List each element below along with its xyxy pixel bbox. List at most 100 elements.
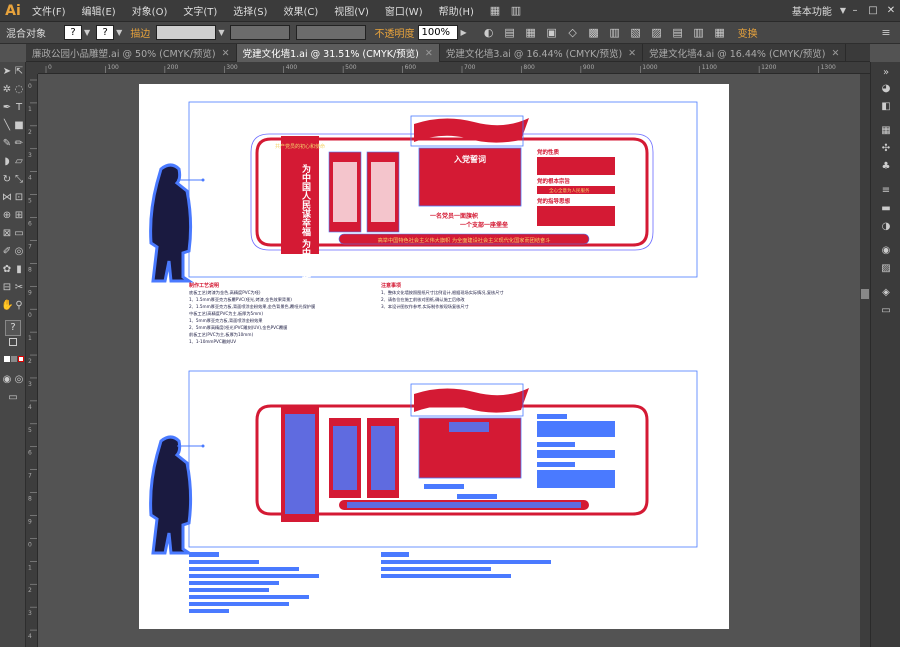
align-icon[interactable]: ▤ [502, 25, 518, 41]
slice-tool-icon[interactable]: ✂ [13, 282, 25, 294]
gradient-mode-icon[interactable] [11, 356, 17, 362]
graph-tool-icon[interactable]: ▮ [13, 264, 25, 276]
menu-window[interactable]: 窗口(W) [377, 3, 431, 18]
artboard-tool-icon[interactable]: ⊟ [1, 282, 13, 294]
arrange-documents-icon[interactable]: ▥ [508, 3, 524, 19]
maximize-button[interactable]: □ [864, 3, 882, 19]
color-guide-icon[interactable]: ◧ [879, 100, 893, 114]
menu-object[interactable]: 对象(O) [124, 3, 176, 18]
draw-normal-icon[interactable]: ◉ [1, 374, 13, 386]
selection-tool-icon[interactable]: ➤ [1, 66, 13, 78]
grid-icon[interactable]: ▩ [586, 25, 602, 41]
stroke-swatch[interactable]: ? [96, 25, 115, 40]
envelope-icon[interactable]: ◇ [565, 25, 581, 41]
close-button[interactable]: ✕ [882, 3, 900, 19]
none-mode-icon[interactable] [18, 356, 24, 362]
vertical-ruler[interactable]: 0 1 2 3 4 5 6 7 8 9 0 1 2 3 4 5 6 7 8 9 0 1 2 3 4 [26, 74, 38, 647]
opacity-label[interactable]: 不透明度 [374, 25, 414, 40]
workspace-switcher[interactable]: 基本功能 [792, 3, 832, 18]
stroke-weight-field[interactable] [156, 25, 217, 40]
stroke-label[interactable]: 描边 [130, 25, 150, 40]
align-middle-icon[interactable]: ▦ [712, 25, 728, 41]
eyedropper-icon[interactable]: ✐ [1, 246, 13, 258]
brushes-panel-icon[interactable]: ✣ [879, 142, 893, 156]
collapse-panel-icon[interactable]: » [879, 66, 893, 80]
paintbrush-icon[interactable]: ✎ [1, 138, 13, 150]
lasso-icon[interactable]: ◌ [13, 84, 25, 96]
tab-document-4[interactable]: 党建文化墙4.ai @ 16.44% (CMYK/预览) ✕ [643, 44, 847, 62]
appearance-panel-icon[interactable]: ◉ [879, 244, 893, 258]
ruler-origin[interactable] [26, 62, 38, 74]
zoom-tool-icon[interactable]: ⚲ [13, 300, 25, 312]
brush-field[interactable] [296, 25, 367, 40]
chevron-down-icon[interactable]: ▼ [218, 28, 224, 37]
stroke-color-swatch[interactable] [9, 338, 17, 346]
align-right-icon[interactable]: ▤ [670, 25, 686, 41]
vertical-scrollbar[interactable] [860, 74, 870, 647]
scrollbar-thumb[interactable] [861, 289, 869, 299]
hand-tool-icon[interactable]: ✋ [1, 300, 13, 312]
free-transform-icon[interactable]: ⊡ [13, 192, 25, 204]
tab-document-3[interactable]: 党建文化墙3.ai @ 16.44% (CMYK/预览) ✕ [440, 44, 644, 62]
magic-wand-icon[interactable]: ✲ [1, 84, 13, 96]
horizontal-ruler[interactable]: 0 100 200 300 400 500 600 700 800 900 1000 1100 1200… [38, 62, 870, 74]
rotate-tool-icon[interactable]: ↻ [1, 174, 13, 186]
blob-brush-icon[interactable]: ◗ [1, 156, 13, 168]
distribute-icon[interactable]: ▦ [523, 25, 539, 41]
type-tool-icon[interactable]: T [13, 102, 25, 114]
chevron-down-icon[interactable]: ▶ [460, 28, 466, 37]
color-panel-icon[interactable]: ◕ [879, 82, 893, 96]
bridge-icon[interactable]: ▦ [487, 3, 503, 19]
layers-panel-icon[interactable]: ◈ [879, 286, 893, 300]
close-icon[interactable]: ✕ [831, 48, 839, 59]
opacity-input[interactable]: 100% [418, 25, 459, 40]
width-tool-icon[interactable]: ⋈ [1, 192, 13, 204]
menu-file[interactable]: 文件(F) [24, 3, 74, 18]
canvas-area[interactable]: 共产党员的初心和使命 为中国人民谋幸福 为中华民族谋复兴 入党誓词 一名党员一面… [38, 74, 860, 647]
color-mode-icon[interactable] [4, 356, 10, 362]
close-icon[interactable]: ✕ [222, 48, 230, 59]
blend-tool-icon[interactable]: ◎ [13, 246, 25, 258]
gradient-tool-icon[interactable]: ▭ [13, 228, 25, 240]
fill-color-swatch[interactable]: ? [5, 320, 21, 336]
tab-document-2[interactable]: 党建文化墙1.ai @ 31.51% (CMYK/预览) ✕ [236, 44, 440, 62]
align-left-icon[interactable]: ▧ [628, 25, 644, 41]
panel-menu-icon[interactable]: ≡ [878, 25, 894, 41]
pencil-icon[interactable]: ✏ [13, 138, 25, 150]
scale-tool-icon[interactable]: ⤡ [13, 174, 25, 186]
pen-tool-icon[interactable]: ✒ [1, 102, 13, 114]
close-icon[interactable]: ✕ [628, 48, 636, 59]
menu-view[interactable]: 视图(V) [326, 3, 377, 18]
graphic-styles-icon[interactable]: ▨ [879, 262, 893, 276]
perspective-grid-icon[interactable]: ⊞ [13, 210, 25, 222]
isolate-icon[interactable]: ▣ [544, 25, 560, 41]
line-tool-icon[interactable]: ╲ [1, 120, 13, 132]
artboards-panel-icon[interactable]: ▭ [879, 304, 893, 318]
tab-document-1[interactable]: 廉政公园小品雕塑.ai @ 50% (CMYK/预览) ✕ [26, 44, 237, 62]
chevron-down-icon[interactable]: ▼ [84, 28, 90, 37]
gradient-panel-icon[interactable]: ▬ [879, 202, 893, 216]
symbols-panel-icon[interactable]: ♣ [879, 160, 893, 174]
layout-icon[interactable]: ▥ [607, 25, 623, 41]
rectangle-tool-icon[interactable]: ■ [13, 120, 25, 132]
align-center-icon[interactable]: ▨ [649, 25, 665, 41]
screen-mode-icon[interactable]: ▭ [7, 392, 19, 404]
menu-help[interactable]: 帮助(H) [431, 3, 482, 18]
fill-swatch[interactable]: ? [64, 25, 82, 40]
align-top-icon[interactable]: ▥ [691, 25, 707, 41]
artboard[interactable]: 共产党员的初心和使命 为中国人民谋幸福 为中华民族谋复兴 入党誓词 一名党员一面… [139, 84, 729, 629]
minimize-button[interactable]: – [846, 3, 864, 19]
transparency-panel-icon[interactable]: ◑ [879, 220, 893, 234]
menu-effect[interactable]: 效果(C) [275, 3, 326, 18]
mesh-tool-icon[interactable]: ⊠ [1, 228, 13, 240]
recolor-icon[interactable]: ◐ [481, 25, 497, 41]
menu-select[interactable]: 选择(S) [225, 3, 275, 18]
swatches-panel-icon[interactable]: ▦ [879, 124, 893, 138]
direct-selection-tool-icon[interactable]: ⇱ [13, 66, 25, 78]
menu-type[interactable]: 文字(T) [175, 3, 225, 18]
shape-builder-icon[interactable]: ⊕ [1, 210, 13, 222]
eraser-icon[interactable]: ▱ [13, 156, 25, 168]
chevron-down-icon[interactable]: ▼ [116, 28, 122, 37]
transform-link[interactable]: 变换 [738, 25, 758, 40]
close-icon[interactable]: ✕ [425, 48, 433, 59]
